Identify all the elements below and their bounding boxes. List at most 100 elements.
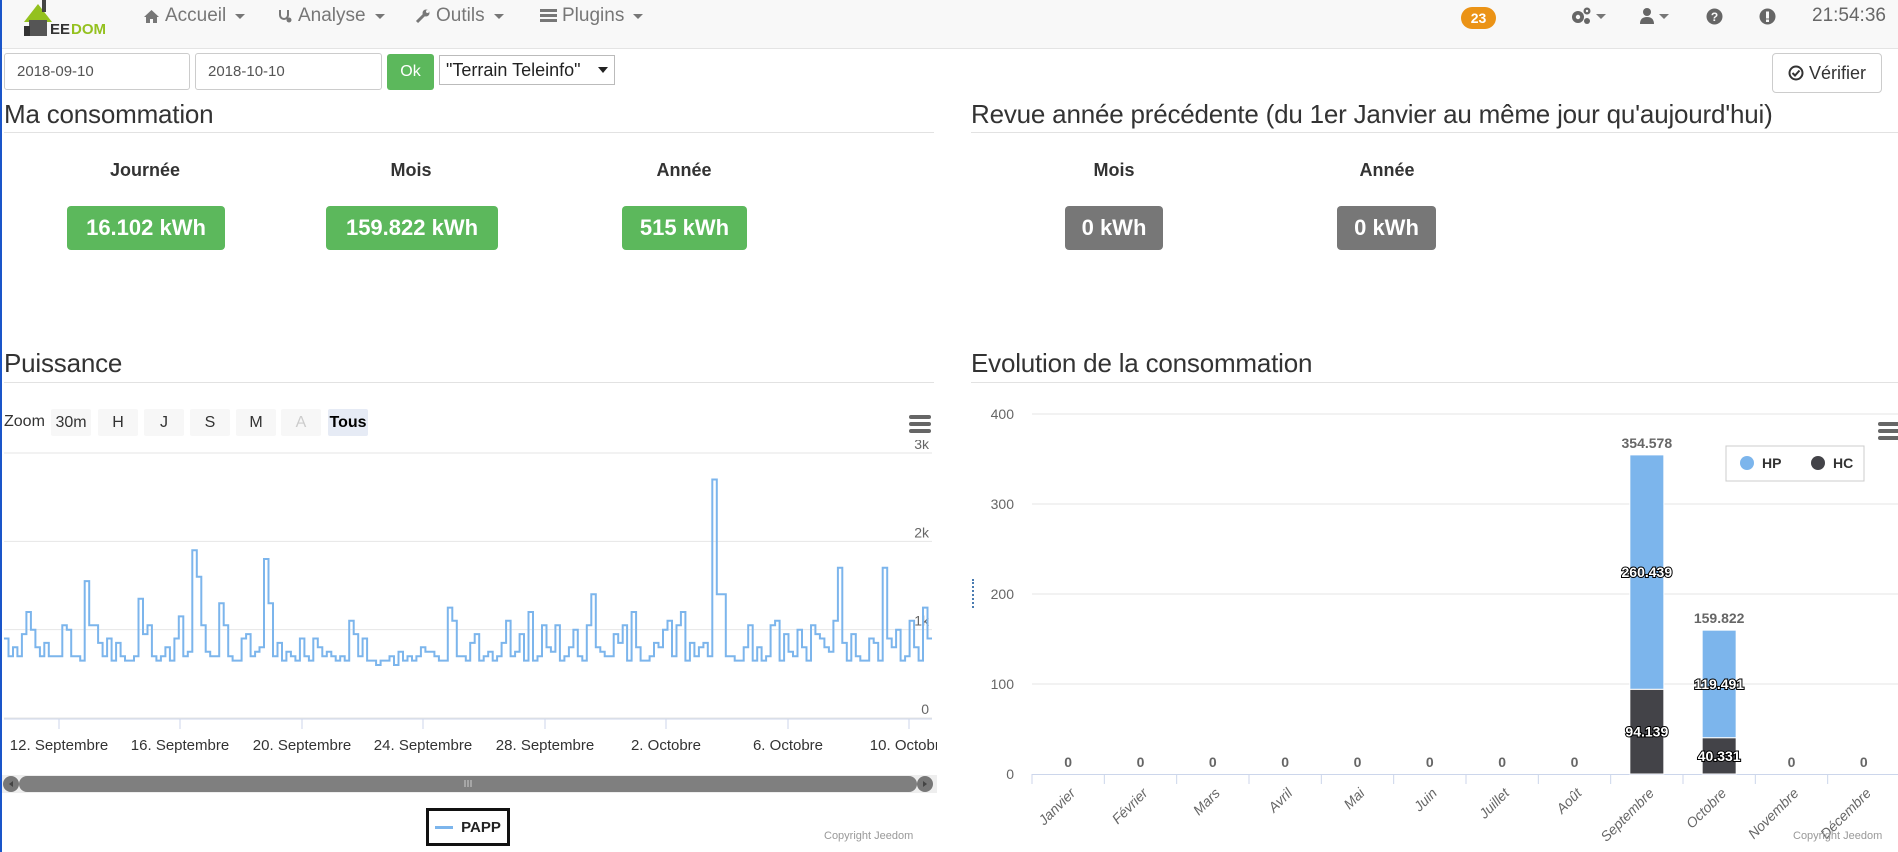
- logo-text-ee: EE: [50, 21, 70, 38]
- data-label: 94.139: [1625, 724, 1668, 740]
- divider: [4, 132, 934, 133]
- zoom-button-m[interactable]: M: [236, 409, 276, 436]
- exclamation-circle-icon: [1759, 8, 1776, 24]
- consumption-title: Ma consommation: [4, 99, 214, 129]
- nav-menu-label: Analyse: [298, 5, 366, 26]
- chevron-down-icon: [1596, 13, 1606, 19]
- y-tick-label: 300: [991, 496, 1015, 512]
- total-label: 0: [1860, 754, 1868, 770]
- nav-menu-analyse[interactable]: Analyse: [277, 4, 385, 28]
- jeedom-logo[interactable]: EE DOM: [20, 0, 112, 40]
- stat-label-day: Journée: [109, 160, 181, 180]
- y-tick-label: 400: [991, 406, 1015, 422]
- data-label: 40.331: [1698, 748, 1741, 764]
- zoom-button-j[interactable]: J: [144, 409, 184, 436]
- x-tick-label: Juillet: [1475, 784, 1513, 822]
- copyright[interactable]: Copyright Jeedom: [824, 830, 913, 842]
- logo-text-dom: DOM: [71, 21, 106, 38]
- total-label: 159.822: [1694, 610, 1745, 626]
- legend-symbol: [1811, 456, 1825, 470]
- chart-context-menu-icon[interactable]: [909, 415, 931, 433]
- x-tick-label: Octobre: [1683, 785, 1730, 832]
- tasks-icon: [540, 9, 557, 22]
- navbar: EE DOM Accueil Analyse Outils Plugins 23…: [2, 0, 1898, 49]
- stat-value-month: 159.822 kWh: [326, 206, 498, 250]
- nav-menu-outils[interactable]: Outils: [415, 4, 504, 28]
- x-tick-label: Août: [1552, 784, 1585, 817]
- wrench-icon: [415, 9, 430, 24]
- zoom-button-a: A: [281, 409, 321, 436]
- x-tick-label: 24. Septembre: [374, 737, 472, 754]
- legend-item-hc[interactable]: HC: [1811, 455, 1853, 471]
- nav-menu-label: Plugins: [562, 5, 625, 26]
- question-circle-icon: ?: [1706, 8, 1723, 24]
- home-icon: [144, 9, 159, 23]
- check-circle-icon: [1788, 65, 1804, 81]
- series-line-papp[interactable]: [4, 478, 932, 666]
- x-tick-label: 2. Octobre: [631, 737, 701, 754]
- evolution-title: Evolution de la consommation: [971, 348, 1313, 378]
- data-label: 260.439: [1622, 564, 1673, 580]
- x-tick-label: 28. Septembre: [496, 737, 594, 754]
- total-label: 0: [1571, 754, 1579, 770]
- chart-scrollbar[interactable]: [2, 772, 937, 796]
- total-label: 354.578: [1622, 435, 1673, 451]
- x-tick-label: Mai: [1340, 784, 1368, 812]
- x-tick-label: 16. Septembre: [131, 737, 229, 754]
- total-label: 0: [1788, 754, 1796, 770]
- nav-menu-plugins[interactable]: Plugins: [540, 4, 644, 28]
- help-button[interactable]: ?: [1706, 5, 1723, 27]
- zoom-button-s[interactable]: S: [190, 409, 230, 436]
- x-tick-label: Septembre: [1597, 785, 1657, 845]
- legend-label: HC: [1833, 455, 1853, 471]
- clock: 21:54:36: [1812, 5, 1886, 26]
- notification-badge[interactable]: 23: [1461, 7, 1496, 29]
- legend-label: HP: [1762, 455, 1781, 471]
- divider: [4, 382, 934, 383]
- chevron-down-icon: [1659, 13, 1669, 19]
- zoom-button-tous[interactable]: Tous: [328, 409, 368, 436]
- x-tick-label: Février: [1109, 784, 1152, 827]
- stat-value-year: 515 kWh: [622, 206, 747, 250]
- y-tick-label: 100: [991, 676, 1015, 692]
- verify-button[interactable]: Vérifier: [1772, 53, 1882, 93]
- copyright[interactable]: Copyright Jeedom: [1793, 830, 1882, 842]
- settings-menu[interactable]: [1570, 5, 1606, 27]
- x-tick-label: 6. Octobre: [753, 737, 823, 754]
- y-tick-label: 2k: [914, 524, 930, 540]
- total-label: 0: [1064, 754, 1072, 770]
- object-select[interactable]: "Terrain Teleinfo": [439, 55, 615, 85]
- ok-button[interactable]: Ok: [387, 54, 434, 90]
- stat-label-month: Mois: [390, 160, 432, 180]
- zoom-button-h[interactable]: H: [98, 409, 138, 436]
- y-tick-label: 0: [921, 701, 929, 717]
- nav-menu-accueil[interactable]: Accueil: [143, 4, 246, 28]
- alert-button[interactable]: [1759, 5, 1776, 27]
- user-menu[interactable]: [1639, 5, 1669, 27]
- stat-label-year: Année: [656, 160, 712, 180]
- legend-symbol: [1740, 456, 1754, 470]
- zoom-label: Zoom: [4, 413, 45, 430]
- power-title: Puissance: [4, 348, 123, 378]
- y-tick-label: 200: [991, 586, 1015, 602]
- total-label: 0: [1281, 754, 1289, 770]
- total-label: 0: [1498, 754, 1506, 770]
- zoom-button-30m[interactable]: 30m: [51, 409, 91, 436]
- x-tick-label: 10. Octobre: [870, 737, 937, 754]
- chevron-down-icon: [235, 13, 246, 19]
- object-select-value: "Terrain Teleinfo": [446, 59, 581, 80]
- end-date-input[interactable]: 2018-10-10: [195, 53, 382, 90]
- nav-menu-label: Outils: [436, 5, 485, 26]
- total-label: 0: [1354, 754, 1362, 770]
- y-tick-label: 3k: [914, 440, 930, 452]
- start-date-input[interactable]: 2018-09-10: [4, 53, 190, 90]
- chevron-down-icon: [374, 13, 385, 19]
- x-tick-label: 20. Septembre: [253, 737, 351, 754]
- verify-button-label: Vérifier: [1808, 62, 1866, 83]
- nav-menu-label: Accueil: [165, 5, 227, 26]
- data-label: 119.491: [1694, 676, 1744, 692]
- gears-icon: [1572, 7, 1591, 24]
- legend-item-papp[interactable]: PAPP: [426, 808, 510, 846]
- legend: HP HC: [1725, 445, 1865, 482]
- x-tick-label: Juin: [1410, 785, 1440, 815]
